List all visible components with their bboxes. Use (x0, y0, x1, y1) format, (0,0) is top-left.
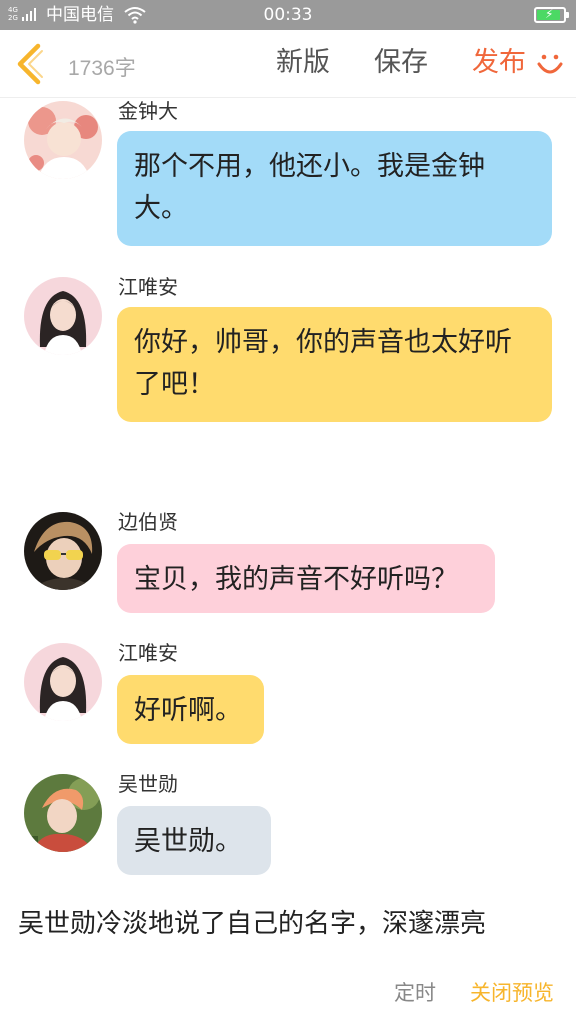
avatar[interactable] (24, 277, 102, 355)
avatar[interactable] (24, 101, 102, 179)
emoji-button[interactable] (536, 50, 564, 78)
message-text: 大。 (134, 193, 188, 224)
sender-name: 吴世勋 (118, 772, 178, 796)
message-text: 那个不用，他还小。我是金钟 (134, 151, 485, 182)
word-count: 1736字 (68, 57, 136, 80)
message-text: 好听啊。 (134, 695, 242, 726)
message-bubble[interactable]: 宝贝，我的声音不好听吗？ (117, 544, 495, 613)
message-bubble[interactable]: 那个不用，他还小。我是金钟 大。 (117, 131, 552, 246)
avatar[interactable] (24, 643, 102, 721)
editor-toolbar: 1736字 新版 保存 发布 (0, 30, 576, 98)
publish-button[interactable]: 发布 (472, 46, 526, 80)
sender-name: 边伯贤 (118, 510, 178, 534)
smile-icon (537, 54, 563, 74)
new-version-button[interactable]: 新版 (276, 46, 330, 80)
message-bubble[interactable]: 吴世勋。 (117, 806, 271, 875)
back-button[interactable] (8, 40, 52, 88)
avatar[interactable] (24, 774, 102, 852)
chevron-left-icon (17, 43, 43, 85)
narration-text: 吴世勋冷淡地说了自己的名字，深邃漂亮 (18, 899, 564, 949)
avatar-portrait-icon (24, 101, 102, 179)
narration-line: 吴世勋冷淡地说了自己的名字，深邃漂亮 (18, 909, 487, 939)
status-bar: 4G 2G 中国电信 00:33 ⚡ (0, 0, 576, 30)
avatar[interactable] (24, 512, 102, 590)
avatar-portrait-icon (24, 643, 102, 721)
close-preview-button[interactable]: 关闭预览 (470, 977, 554, 1007)
chat-preview: 金钟大 那个不用，他还小。我是金钟 大。 江唯安 你好，帅哥，你的声音也太好听 … (0, 99, 576, 959)
sender-name: 江唯安 (118, 275, 178, 299)
message-text: 宝贝，我的声音不好听吗？ (134, 564, 458, 595)
avatar-portrait-icon (24, 774, 102, 852)
message-text: 了吧！ (134, 369, 215, 400)
sender-name: 江唯安 (118, 641, 178, 665)
message-text: 吴世勋。 (134, 826, 242, 857)
save-button[interactable]: 保存 (374, 46, 428, 80)
avatar-portrait-icon (24, 277, 102, 355)
clock: 00:33 (263, 5, 313, 25)
avatar-portrait-icon (24, 512, 102, 590)
message-bubble[interactable]: 你好，帅哥，你的声音也太好听 了吧！ (117, 307, 552, 422)
message-text: 你好，帅哥，你的声音也太好听 (134, 327, 512, 358)
battery-icon: ⚡ (534, 7, 569, 23)
charging-icon: ⚡ (545, 7, 554, 21)
message-bubble[interactable]: 好听啊。 (117, 675, 264, 744)
bottom-bar: 定时 关闭预览 (0, 959, 576, 1024)
sender-name: 金钟大 (118, 99, 178, 123)
schedule-button[interactable]: 定时 (394, 977, 436, 1007)
